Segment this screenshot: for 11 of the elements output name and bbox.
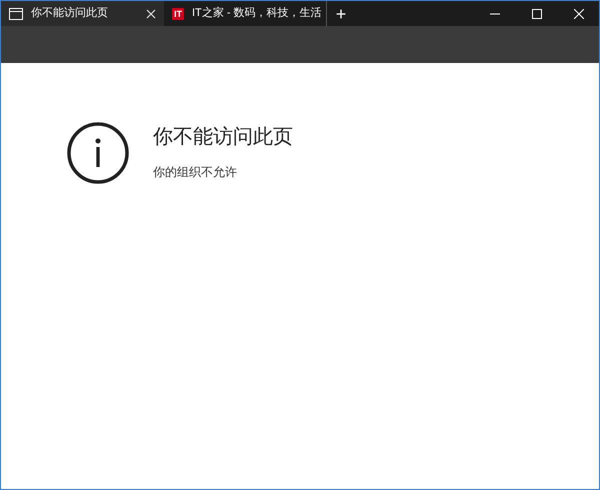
tab-title: 你不能访问此页 xyxy=(31,6,109,22)
close-icon[interactable] xyxy=(146,8,156,18)
maximize-icon[interactable] xyxy=(532,8,542,18)
browser-tab[interactable]: 你不能访问此页 xyxy=(1,1,164,26)
error-title: 你不能访问此页 xyxy=(153,125,293,150)
tab-title: IT之家 - 数码，科技，生活 xyxy=(192,6,322,22)
info-icon xyxy=(67,122,129,184)
error-message: 你的组织不允许 xyxy=(153,164,238,181)
site-logo: IT xyxy=(172,8,184,20)
page-icon xyxy=(9,8,23,20)
new-tab-button[interactable]: + xyxy=(327,1,355,26)
